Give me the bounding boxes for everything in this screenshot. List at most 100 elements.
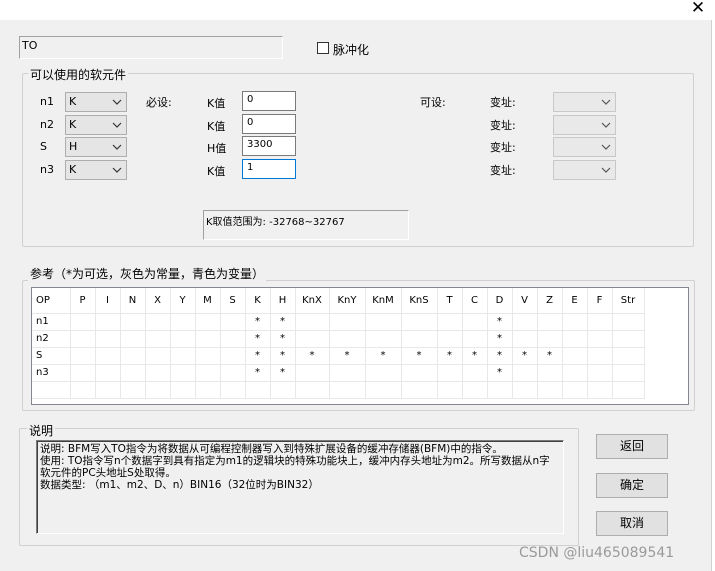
table-cell [145,364,171,382]
param-type-select-n2[interactable]: K [65,115,127,135]
table-header-cell: OP [32,288,71,314]
table-header-cell: D [487,288,513,314]
table-cell [170,313,196,331]
param-type-select-n1[interactable]: K [65,92,127,112]
table-cell [170,364,196,382]
table-cell [145,330,171,348]
table-cell [487,381,513,399]
table-cell [170,347,196,365]
table-cell [612,364,645,382]
available-devices-title: 可以使用的软元件 [28,66,129,83]
table-cell [145,381,171,399]
table-cell: * [365,347,402,365]
table-cell: n2 [32,330,71,348]
table-cell [195,330,221,348]
table-cell [537,330,563,348]
table-cell: * [487,313,513,331]
offset-select-n3[interactable] [553,160,616,180]
table-cell [120,347,146,365]
pulse-checkbox[interactable] [317,42,329,54]
table-cell: * [487,364,513,382]
required-label: 必设: [146,96,172,109]
table-cell [95,330,121,348]
table-header-cell: F [587,288,613,314]
table-row: n3 * * * [32,364,645,382]
table-header-cell: KnX [295,288,330,314]
table-cell [437,364,463,382]
table-cell [462,313,488,331]
param-name-n3: n3 [40,163,54,176]
table-cell [365,330,402,348]
table-row [32,381,645,399]
table-header-cell: N [120,288,146,314]
table-cell: S [32,347,71,365]
param-name-s: S [40,140,47,153]
offset-select-s[interactable] [553,137,616,157]
table-cell [195,347,221,365]
table-header-cell: P [70,288,96,314]
table-cell [195,364,221,382]
offset-label-n2: 变址: [490,119,516,132]
table-cell [512,330,538,348]
table-cell [587,364,613,382]
cancel-button[interactable]: 取消 [596,511,668,536]
table-cell [70,347,96,365]
table-cell [512,364,538,382]
offset-label-n3: 变址: [490,164,516,177]
value-input-s[interactable]: 3300 [242,136,296,156]
table-cell [587,330,613,348]
param-type-select-s[interactable]: H [65,137,127,157]
value-label-n1: K值 [207,97,226,110]
table-cell: * [245,330,271,348]
table-cell [120,330,146,348]
value-input-n1[interactable]: 0 [242,91,296,111]
table-cell [365,364,402,382]
table-cell: * [487,347,513,365]
table-cell [562,364,588,382]
table-cell [562,330,588,348]
table-cell [120,364,146,382]
table-cell [401,330,438,348]
table-cell [512,313,538,331]
table-header-cell: KnS [401,288,438,314]
back-button[interactable]: 返回 [596,434,668,459]
table-cell [462,381,488,399]
close-icon[interactable]: ✕ [688,0,708,18]
table-row: n1 * * * [32,313,645,331]
table-cell [612,313,645,331]
table-cell [295,381,330,399]
offset-select-n2[interactable] [553,115,616,135]
table-cell: * [537,347,563,365]
description-title: 说明 [27,422,56,439]
param-type-select-n3[interactable]: K [65,160,127,180]
table-cell [195,381,221,399]
pulse-label[interactable]: 脉冲化 [333,41,369,58]
value-input-n3[interactable]: 1 [242,159,296,179]
offset-select-n1[interactable] [553,92,616,112]
instruction-field[interactable]: TO [19,36,283,59]
chevron-down-icon [111,140,123,154]
table-cell: * [245,313,271,331]
table-header-cell: M [195,288,221,314]
value-label-n3: K值 [207,165,226,178]
offset-label-n1: 变址: [490,96,516,109]
table-cell [462,330,488,348]
value-label-s: H值 [207,142,227,155]
table-cell [562,381,588,399]
table-cell: * [437,347,463,365]
table-header-cell: I [95,288,121,314]
table-cell [220,347,246,365]
table-cell [70,364,96,382]
table-cell [612,381,645,399]
param-type-value: K [69,118,77,131]
table-cell [95,364,121,382]
table-cell [537,313,563,331]
value-input-n2[interactable]: 0 [242,114,296,134]
table-header-cell: V [512,288,538,314]
table-cell: n3 [32,364,71,382]
table-header-cell: H [270,288,296,314]
table-cell [612,330,645,348]
table-cell [295,330,330,348]
ok-button[interactable]: 确定 [596,473,668,498]
table-cell [95,381,121,399]
